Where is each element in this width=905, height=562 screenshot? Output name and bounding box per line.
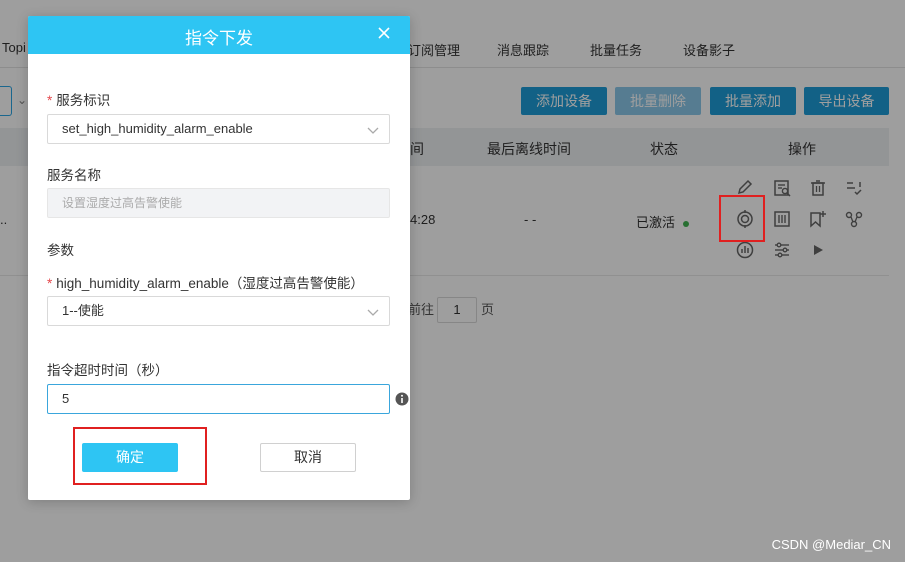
highlight-box-command-icon [719, 195, 765, 242]
required-asterisk: * [47, 93, 53, 108]
params-label: 参数 [47, 243, 74, 258]
param-select[interactable]: 1--使能 [47, 296, 390, 326]
param-label-text: high_humidity_alarm_enable（湿度过高告警使能） [56, 276, 364, 291]
service-name-field: 设置湿度过高告警使能 [47, 188, 390, 218]
required-asterisk: * [47, 276, 53, 291]
timeout-label: 指令超时时间（秒） [47, 363, 169, 378]
close-icon[interactable] [376, 25, 392, 41]
param-value: 1--使能 [62, 303, 104, 318]
service-name-label: 服务名称 [47, 168, 101, 183]
dialog-header: 指令下发 [28, 16, 410, 54]
chevron-down-icon [367, 127, 379, 134]
cancel-button[interactable]: 取消 [260, 443, 356, 472]
service-id-value: set_high_humidity_alarm_enable [62, 121, 253, 136]
service-id-label-text: 服务标识 [56, 93, 111, 108]
watermark: CSDN @Mediar_CN [771, 537, 891, 552]
service-id-label: * 服务标识 [47, 89, 110, 109]
timeout-input[interactable]: 5 [47, 384, 390, 414]
chevron-down-icon [367, 309, 379, 316]
dialog-title: 指令下发 [185, 29, 253, 48]
info-icon[interactable] [395, 392, 409, 406]
service-id-select[interactable]: set_high_humidity_alarm_enable [47, 114, 390, 144]
highlight-box-confirm-button [73, 427, 207, 485]
param-label: * high_humidity_alarm_enable（湿度过高告警使能） [47, 272, 364, 292]
